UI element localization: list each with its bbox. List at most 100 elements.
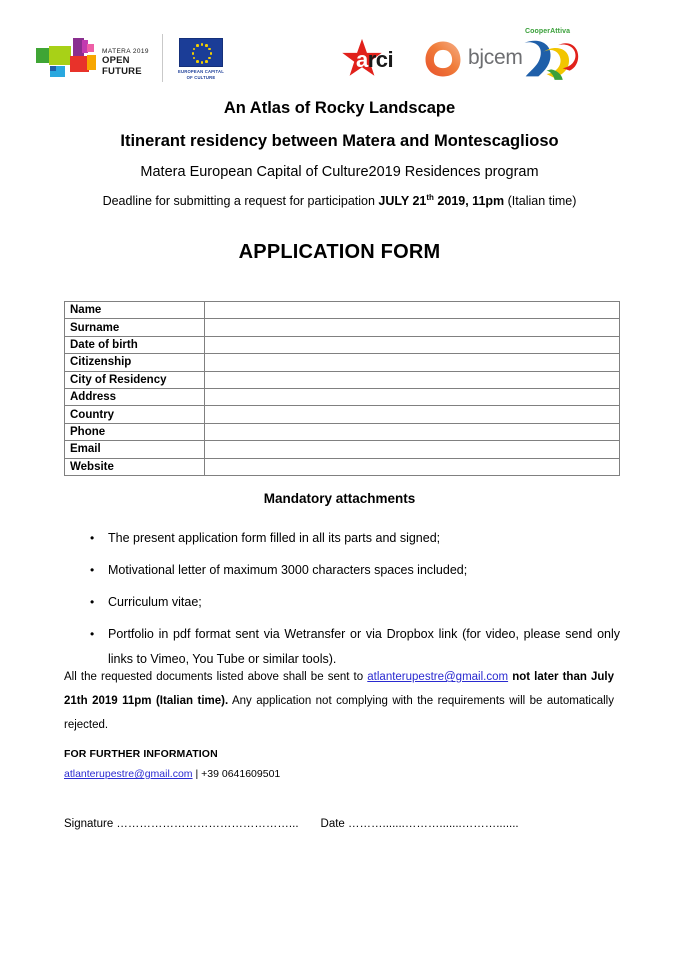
arci-wordmark: arci	[356, 47, 394, 72]
eu-star-icon	[205, 44, 208, 47]
deadline-timezone: (Italian time)	[504, 193, 577, 208]
list-item: • The present application form filled in …	[64, 526, 620, 551]
form-field-label: Website	[63, 457, 206, 476]
further-information-heading: FOR FURTHER INFORMATION	[64, 748, 218, 760]
matera-block-blue	[50, 66, 56, 71]
form-field-input[interactable]	[204, 300, 620, 320]
eu-flag-icon	[179, 38, 223, 67]
contact-email-link[interactable]: atlanterupestre@gmail.com	[64, 768, 193, 780]
form-field-label: City of Residency	[63, 370, 206, 389]
table-row: Date of birth	[63, 335, 620, 355]
table-row: Citizenship	[63, 353, 620, 372]
logo-header-band: MATERA 2019 OPEN FUTURE EUROPEAN CAPITAL…	[0, 14, 679, 86]
list-item-text: Curriculum vitae;	[108, 595, 202, 609]
matera-block-pink	[87, 44, 94, 52]
table-row: Country	[63, 405, 620, 424]
arci-letters-rci: rci	[367, 47, 394, 72]
list-item-text: Portfolio in pdf format sent via Wetrans…	[108, 627, 620, 666]
logo-divider	[162, 34, 163, 82]
eu-star-icon	[191, 52, 195, 55]
matera-2019-logo: MATERA 2019 OPEN FUTURE	[36, 36, 156, 82]
submission-paragraph: All the requested documents listed above…	[64, 665, 614, 737]
form-field-label: Date of birth	[63, 335, 206, 355]
eu-star-icon	[196, 44, 199, 47]
cooperattiva-wordmark: CooperAttiva	[525, 28, 571, 35]
form-field-input[interactable]	[204, 353, 620, 372]
matera-logo-text: MATERA 2019 OPEN FUTURE	[102, 48, 156, 78]
form-field-label: Citizenship	[63, 353, 206, 372]
form-field-input[interactable]	[204, 422, 620, 442]
eu-star-icon	[205, 59, 208, 63]
title-block: An Atlas of Rocky Landscape Itinerant re…	[0, 100, 679, 207]
eu-star-icon	[196, 59, 199, 63]
document-page: MATERA 2019 OPEN FUTURE EUROPEAN CAPITAL…	[0, 0, 679, 960]
eu-caption-line2: OF CULTURE	[186, 74, 216, 80]
form-field-label: Address	[63, 387, 206, 407]
form-field-input[interactable]	[204, 440, 620, 459]
contact-separator: |	[192, 768, 202, 780]
matera-block-orange	[87, 55, 96, 70]
form-field-input[interactable]	[204, 335, 620, 355]
submission-email-link[interactable]: atlanterupestre@gmail.com	[367, 671, 508, 683]
attachments-heading: Mandatory attachments	[263, 491, 416, 506]
deadline-ordinal-suffix: th	[426, 192, 434, 202]
document-subtitle: Matera European Capital of Culture2019 R…	[140, 164, 539, 180]
form-field-label: Phone	[63, 422, 206, 442]
eu-star-icon	[192, 47, 196, 51]
form-field-label: Name	[63, 300, 206, 320]
eu-star-icon	[209, 52, 213, 55]
list-item-text: Motivational letter of maximum 3000 char…	[108, 563, 468, 577]
form-field-label: Surname	[63, 318, 206, 337]
eu-logo-caption: EUROPEAN CAPITAL OF CULTURE	[172, 69, 230, 80]
table-row: Website	[63, 457, 620, 476]
bullet-icon: •	[90, 531, 95, 545]
form-field-input[interactable]	[204, 457, 620, 476]
european-capital-of-culture-logo: EUROPEAN CAPITAL OF CULTURE	[172, 38, 230, 80]
arci-letter-a: a	[356, 47, 368, 72]
matera-logo-line2: OPEN FUTURE	[102, 55, 142, 78]
deadline-date-bold: JULY 21	[378, 193, 427, 208]
attachments-list: • The present application form filled in …	[64, 526, 620, 679]
matera-block-green	[36, 48, 50, 63]
form-field-label: Country	[63, 405, 206, 424]
eu-star-icon	[200, 61, 204, 64]
matera-logo-line1: MATERA 2019	[102, 48, 149, 55]
application-form-table: Name Surname Date of birth Citizenship City …	[63, 300, 620, 476]
bullet-icon: •	[90, 595, 95, 609]
form-field-input[interactable]	[204, 318, 620, 337]
cooperattiva-logo: CooperAttiva	[521, 28, 579, 82]
list-item: • Curriculum vitae;	[64, 590, 620, 615]
form-field-input[interactable]	[204, 387, 620, 407]
table-row: Email	[63, 440, 620, 459]
date-dotted-line[interactable]: ……….......……….......……….......	[345, 818, 519, 830]
eu-star-icon	[208, 56, 212, 60]
deadline-prefix: Deadline for submitting a request for pa…	[102, 193, 379, 208]
date-label: Date	[320, 818, 345, 830]
ring-icon	[425, 41, 461, 77]
form-field-input[interactable]	[204, 405, 620, 424]
matera-block-lime	[49, 46, 71, 65]
list-item-text: The present application form filled in a…	[108, 531, 441, 545]
table-row: Address	[63, 387, 620, 407]
document-title-line2: Itinerant residency between Matera and M…	[120, 131, 559, 150]
further-information-contact: atlanterupestre@gmail.com | +39 06416095…	[64, 768, 280, 780]
contact-phone: +39 0641609501	[201, 768, 281, 780]
deadline-line: Deadline for submitting a request for pa…	[0, 192, 679, 208]
submission-text-part1: All the requested documents listed above…	[64, 671, 368, 683]
arci-logo: arci	[341, 36, 407, 82]
deadline-year-time: 2019, 11pm	[433, 193, 505, 208]
bjcem-logo: bjcem	[424, 38, 524, 80]
table-row: Name	[63, 300, 620, 320]
document-title-line1: An Atlas of Rocky Landscape	[223, 99, 456, 117]
page-title: APPLICATION FORM	[238, 241, 441, 263]
eu-star-icon	[208, 47, 212, 51]
form-field-input[interactable]	[204, 370, 620, 389]
signature-dotted-line[interactable]: ………………………………………...	[113, 818, 298, 830]
eu-caption-line1: EUROPEAN CAPITAL	[178, 69, 224, 74]
signature-label: Signature	[64, 818, 114, 830]
bullet-icon: •	[90, 563, 95, 577]
bjcem-wordmark: bjcem	[468, 46, 523, 69]
table-row: City of Residency	[63, 370, 620, 389]
eu-star-icon	[192, 56, 196, 60]
bullet-icon: •	[90, 627, 95, 641]
